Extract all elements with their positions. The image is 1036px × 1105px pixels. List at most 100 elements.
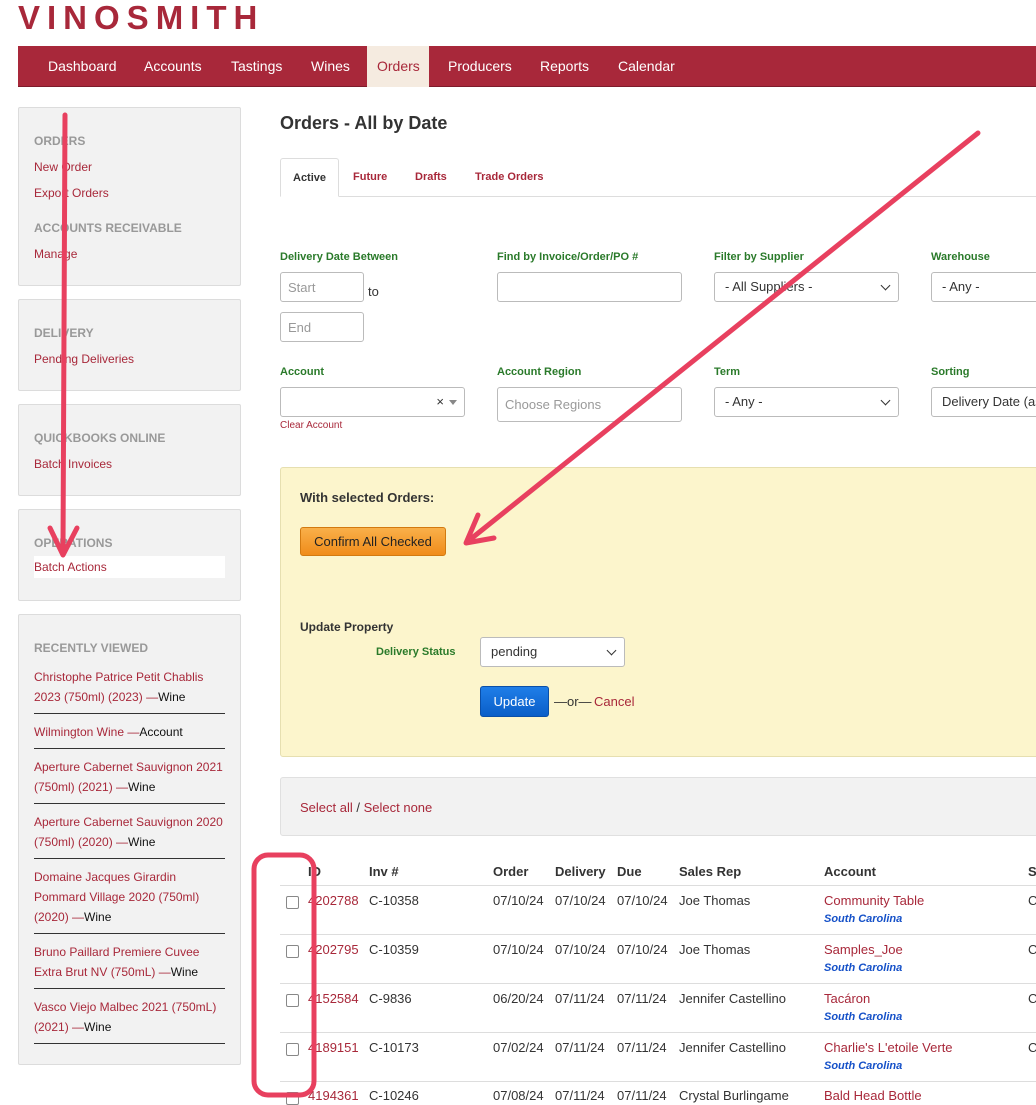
recent-item-sep: — [112,780,129,794]
sidebar-delivery-box: DELIVERY Pending Deliveries [18,299,241,391]
select-none-link[interactable]: Select none [364,800,433,815]
sidebar-quickbooks-box: QUICKBOOKS ONLINE Batch Invoices [18,404,241,496]
order-id-link[interactable]: 4152584 [308,991,359,1006]
nav-accounts[interactable]: Accounts [134,46,212,87]
account-label: Account [280,366,324,378]
batch-title: With selected Orders: [300,490,435,505]
select-separator: / [352,800,364,815]
order-id-link[interactable]: 4189151 [308,1040,359,1055]
row-checkbox[interactable] [286,994,299,1007]
recent-item-sep: — [112,835,129,849]
account-link[interactable]: Bald Head Bottle [824,1088,922,1103]
nav-tastings[interactable]: Tastings [221,46,292,87]
account-link[interactable]: Samples_Joe [824,942,903,957]
warehouse-select[interactable]: - Any - [931,272,1036,302]
sales-rep: Joe Thomas [679,893,751,908]
invoice-number: C-10359 [369,942,419,957]
col-account[interactable]: Account [824,864,876,879]
account-link[interactable]: Community Table [824,893,924,908]
tab-trade-orders[interactable]: Trade Orders [463,158,555,197]
due-date: 07/11/24 [617,991,667,1006]
col-delivery[interactable]: Delivery [555,864,606,879]
recent-item[interactable]: Wilmington Wine —Account [34,722,225,749]
account-region: South Carolina [824,1011,903,1023]
sidebar-heading-operations: OPERATIONS [34,536,113,550]
recent-item[interactable]: Vasco Viejo Malbec 2021 (750mL) (2021) —… [34,997,225,1044]
nav-orders[interactable]: Orders [367,46,429,87]
nav-dashboard[interactable]: Dashboard [38,46,127,87]
delivery-status-select[interactable]: pending [480,637,625,667]
clear-x-icon[interactable]: × [436,388,444,416]
tab-future[interactable]: Future [341,158,399,197]
nav-producers[interactable]: Producers [438,46,522,87]
invoice-number: C-10246 [369,1088,419,1103]
clear-account-link[interactable]: Clear Account [280,420,342,431]
batch-actions-panel [280,467,1036,757]
invoice-search-input[interactable] [497,272,682,302]
invoice-number: C-10173 [369,1040,419,1055]
sorting-select[interactable]: Delivery Date (as [931,387,1036,417]
order-id-link[interactable]: 4202788 [308,893,359,908]
recent-item[interactable]: Aperture Cabernet Sauvignon 2020 (750ml)… [34,812,225,859]
col-id[interactable]: ID [308,864,321,879]
delivery-date-label: Delivery Date Between [280,251,398,263]
order-id-link[interactable]: 4194361 [308,1088,359,1103]
sidebar-link-new-order[interactable]: New Order [34,160,92,174]
nav-calendar[interactable]: Calendar [608,46,685,87]
tab-active[interactable]: Active [280,158,340,197]
row-checkbox[interactable] [286,945,299,958]
sidebar-link-manage[interactable]: Manage [34,247,77,261]
account-region-label: Account Region [497,366,582,378]
sidebar-link-pending-deliveries[interactable]: Pending Deliveries [34,352,134,366]
sidebar-link-export-orders[interactable]: Export Orders [34,186,109,200]
recent-item-kind: Wine [170,965,199,979]
row-checkbox[interactable] [286,896,299,909]
select-all-link[interactable]: Select all [300,800,353,815]
account-link[interactable]: Tacáron [824,991,870,1006]
recent-item-name[interactable]: Wilmington Wine [34,725,124,739]
caret-down-icon [449,400,457,405]
end-date-input[interactable] [280,312,364,342]
sidebar-link-batch-actions[interactable]: Batch Actions [34,556,225,578]
supplier-select-value: - All Suppliers - [725,279,813,294]
col-status[interactable]: S [1028,864,1036,879]
nav-reports[interactable]: Reports [530,46,599,87]
recent-item-name[interactable]: Domaine Jacques Girardin Pommard Village… [34,870,199,924]
col-inv[interactable]: Inv # [369,864,399,879]
row-checkbox[interactable] [286,1043,299,1056]
start-date-input[interactable] [280,272,364,302]
tab-drafts[interactable]: Drafts [403,158,459,197]
sidebar-orders-box: ORDERS New Order Export Orders ACCOUNTS … [18,107,241,286]
update-button[interactable]: Update [480,686,549,717]
cancel-link[interactable]: Cancel [594,694,634,709]
sidebar-heading-recently-viewed: RECENTLY VIEWED [34,641,149,655]
recent-item[interactable]: Christophe Patrice Petit Chablis 2023 (7… [34,667,225,714]
nav-wines[interactable]: Wines [301,46,360,87]
account-select[interactable]: × [280,387,465,417]
or-text: —or— [554,694,592,709]
account-region-input[interactable] [497,387,682,422]
account-link[interactable]: Charlie's L'etoile Verte [824,1040,953,1055]
recent-item[interactable]: Domaine Jacques Girardin Pommard Village… [34,867,225,934]
recent-item-name[interactable]: Vasco Viejo Malbec 2021 (750mL) (2021) [34,1000,216,1034]
main-navbar: Dashboard Accounts Tastings Wines Orders… [18,46,1036,87]
recent-item-kind: Wine [158,690,186,704]
recent-item[interactable]: Aperture Cabernet Sauvignon 2021 (750ml)… [34,757,225,804]
recent-item-sep: — [68,910,85,924]
supplier-select[interactable]: - All Suppliers - [714,272,899,302]
recent-item-sep: — [142,690,159,704]
confirm-all-checked-button[interactable]: Confirm All Checked [300,527,446,556]
recent-item[interactable]: Bruno Paillard Premiere Cuvee Extra Brut… [34,942,225,989]
col-order[interactable]: Order [493,864,528,879]
term-select[interactable]: - Any - [714,387,899,417]
sidebar-recently-viewed-box: RECENTLY VIEWED Christophe Patrice Petit… [18,614,241,1065]
col-sales-rep[interactable]: Sales Rep [679,864,741,879]
supplier-filter-label: Filter by Supplier [714,251,804,263]
col-due[interactable]: Due [617,864,642,879]
invoice-number: C-10358 [369,893,419,908]
sidebar-link-batch-invoices[interactable]: Batch Invoices [34,457,112,471]
delivery-date: 07/11/24 [555,991,605,1006]
update-property-label: Update Property [300,620,394,634]
order-id-link[interactable]: 4202795 [308,942,359,957]
vinosmith-logo[interactable]: VINOSMITH [18,0,264,36]
